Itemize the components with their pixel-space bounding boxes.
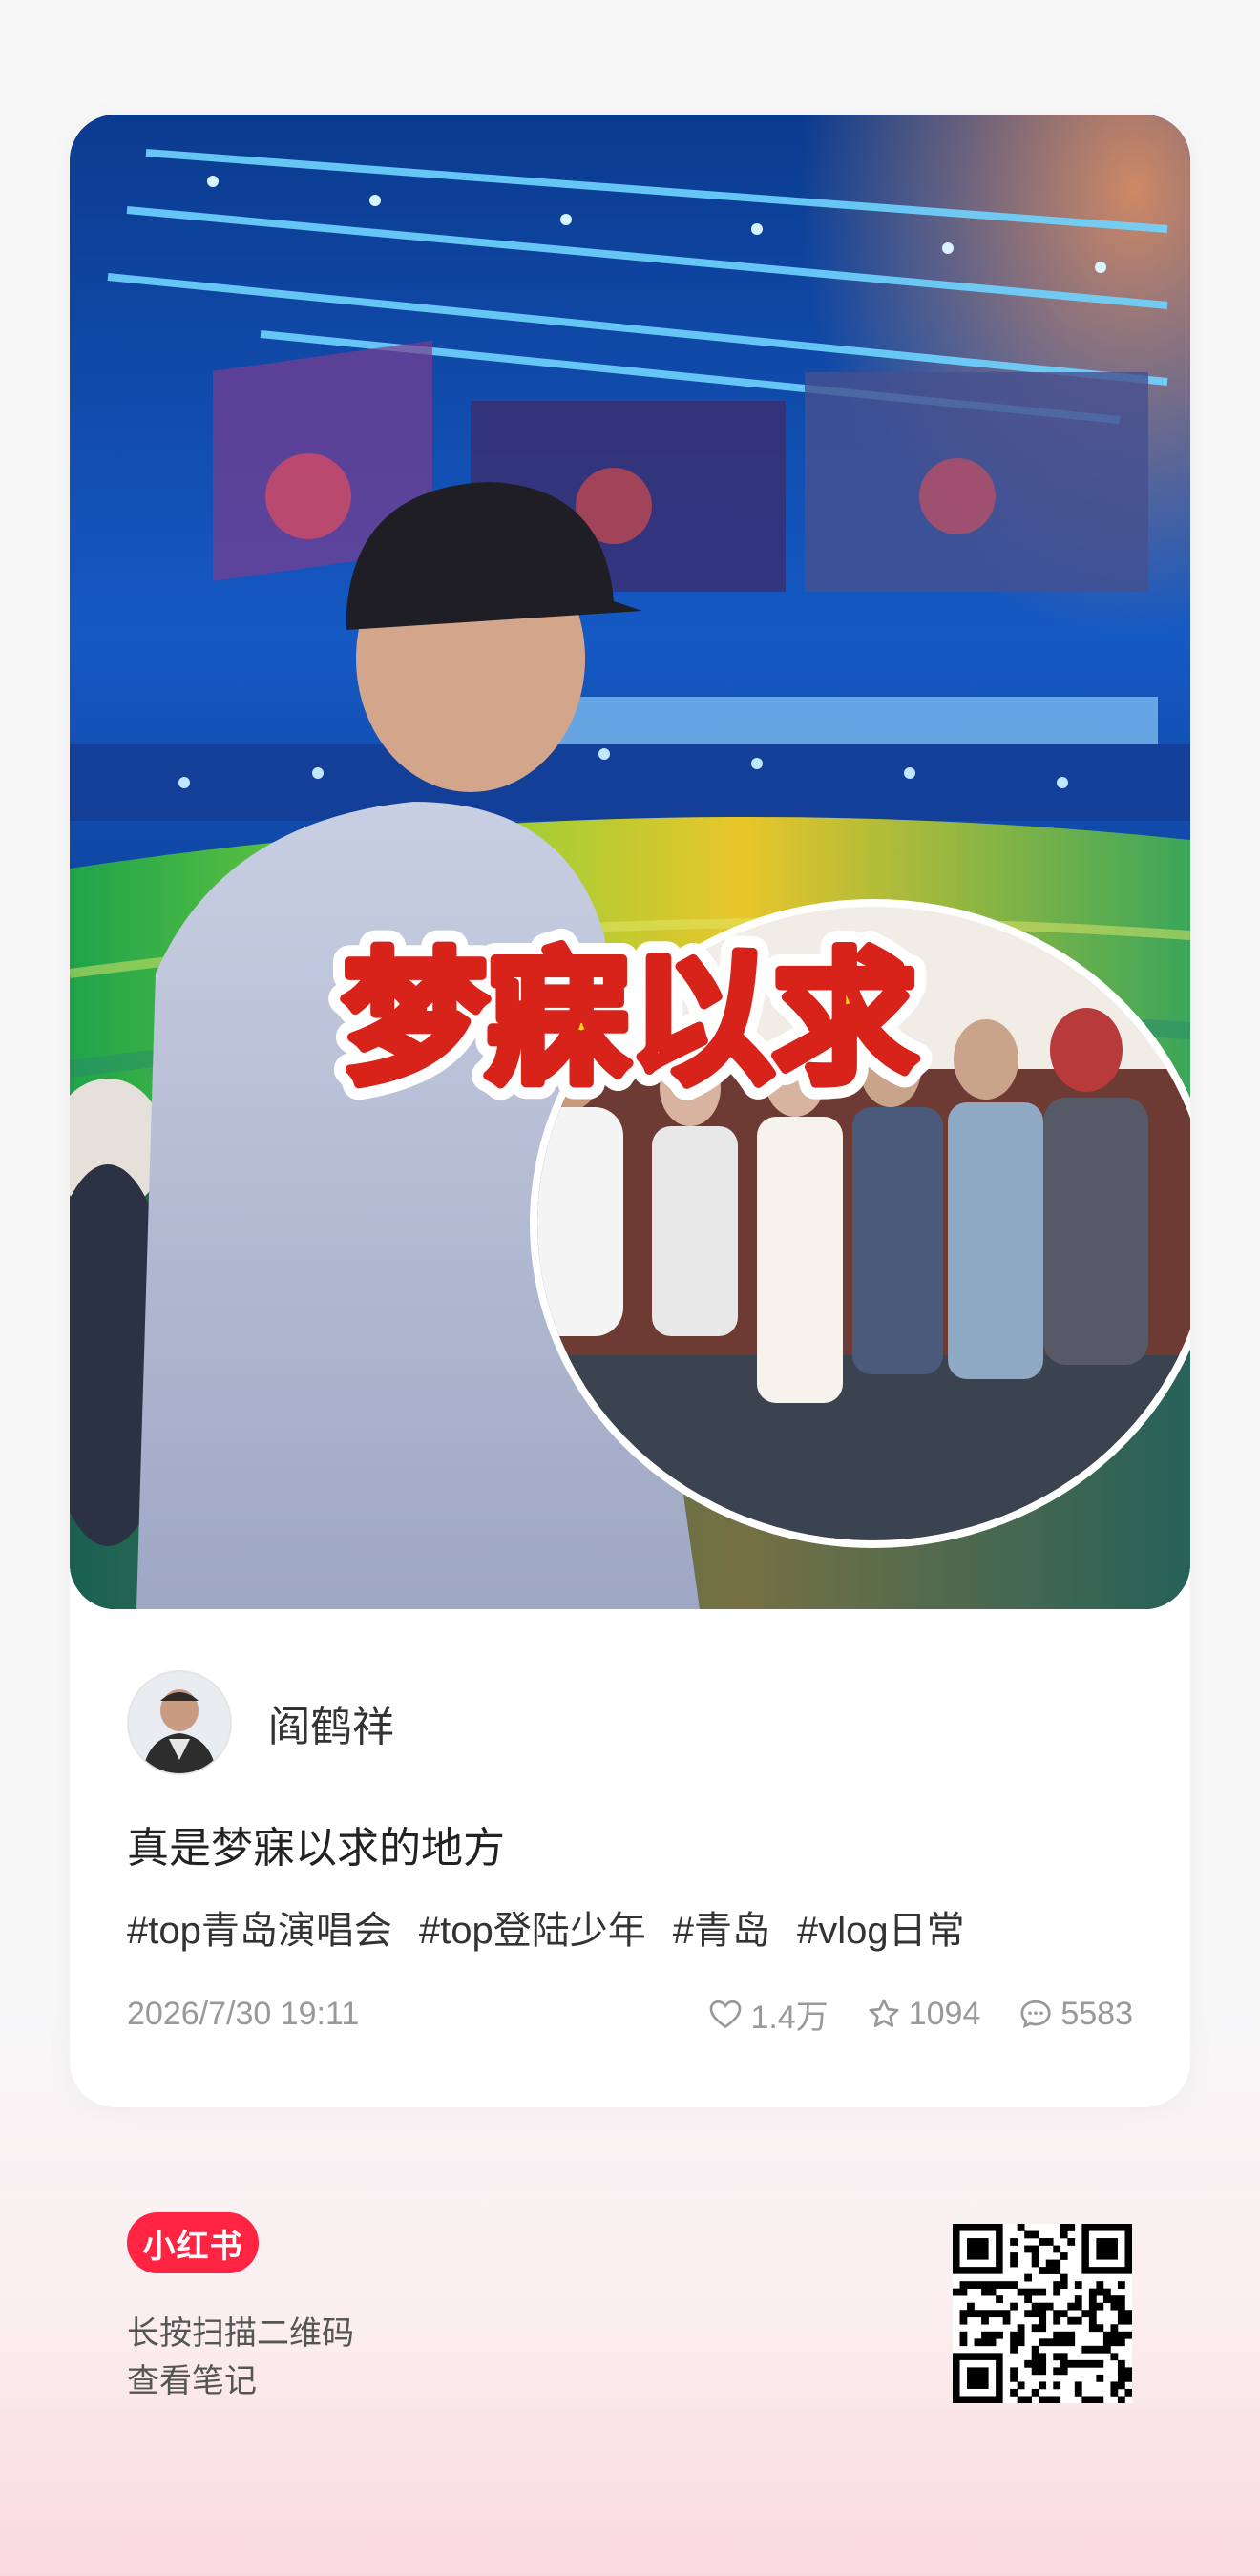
avatar[interactable] xyxy=(127,1670,232,1775)
note-meta: 2026/7/30 19:11 1.4万 1094 5583 xyxy=(127,1990,1133,2038)
author-row[interactable]: 阎鹤祥 xyxy=(127,1670,394,1775)
heart-icon xyxy=(710,2000,742,2029)
tag[interactable]: #top青岛演唱会 xyxy=(127,1899,392,1955)
tag[interactable]: #青岛 xyxy=(673,1899,770,1955)
favorite-count: 1094 xyxy=(908,1995,981,2032)
brand-logo: 小红书 xyxy=(127,2212,259,2273)
star-icon xyxy=(869,1999,899,2027)
note-title: 真是梦寐以求的地方 xyxy=(127,1825,505,1872)
tag-list: #top青岛演唱会 #top登陆少年 #青岛 #vlog日常 xyxy=(127,1899,965,1955)
author-name[interactable]: 阎鹤祥 xyxy=(268,1692,394,1753)
like-count: 1.4万 xyxy=(750,1999,829,2036)
tag[interactable]: #top登陆少年 xyxy=(419,1899,646,1955)
stats: 1.4万 1094 5583 xyxy=(708,1991,1133,2038)
scan-hint-line1: 长按扫描二维码 xyxy=(127,2315,354,2352)
qr-code-image xyxy=(953,2224,1133,2404)
comment-count: 5583 xyxy=(1060,1995,1133,2032)
favorite-stat[interactable]: 1094 xyxy=(867,1995,981,2033)
cover-image[interactable]: 梦寐以求 梦寐以求 xyxy=(70,115,1190,1609)
note-card[interactable]: 梦寐以求 梦寐以求 阎鹤祥 真是梦寐以求的地方 #top青岛演唱会 #top登陆… xyxy=(70,115,1190,2107)
comment-stat[interactable]: 5583 xyxy=(1018,1996,1133,2033)
tag[interactable]: #vlog日常 xyxy=(797,1899,965,1955)
like-stat[interactable]: 1.4万 xyxy=(708,1991,829,2038)
scan-hint-line2: 查看笔记 xyxy=(127,2363,257,2399)
qr-code[interactable] xyxy=(953,2224,1133,2404)
scan-hint: 长按扫描二维码 查看笔记 xyxy=(127,2310,354,2405)
comment-icon xyxy=(1020,2000,1051,2029)
cover-overlay-text: 梦寐以求 xyxy=(344,937,916,1103)
post-date: 2026/7/30 19:11 xyxy=(127,1995,360,2032)
